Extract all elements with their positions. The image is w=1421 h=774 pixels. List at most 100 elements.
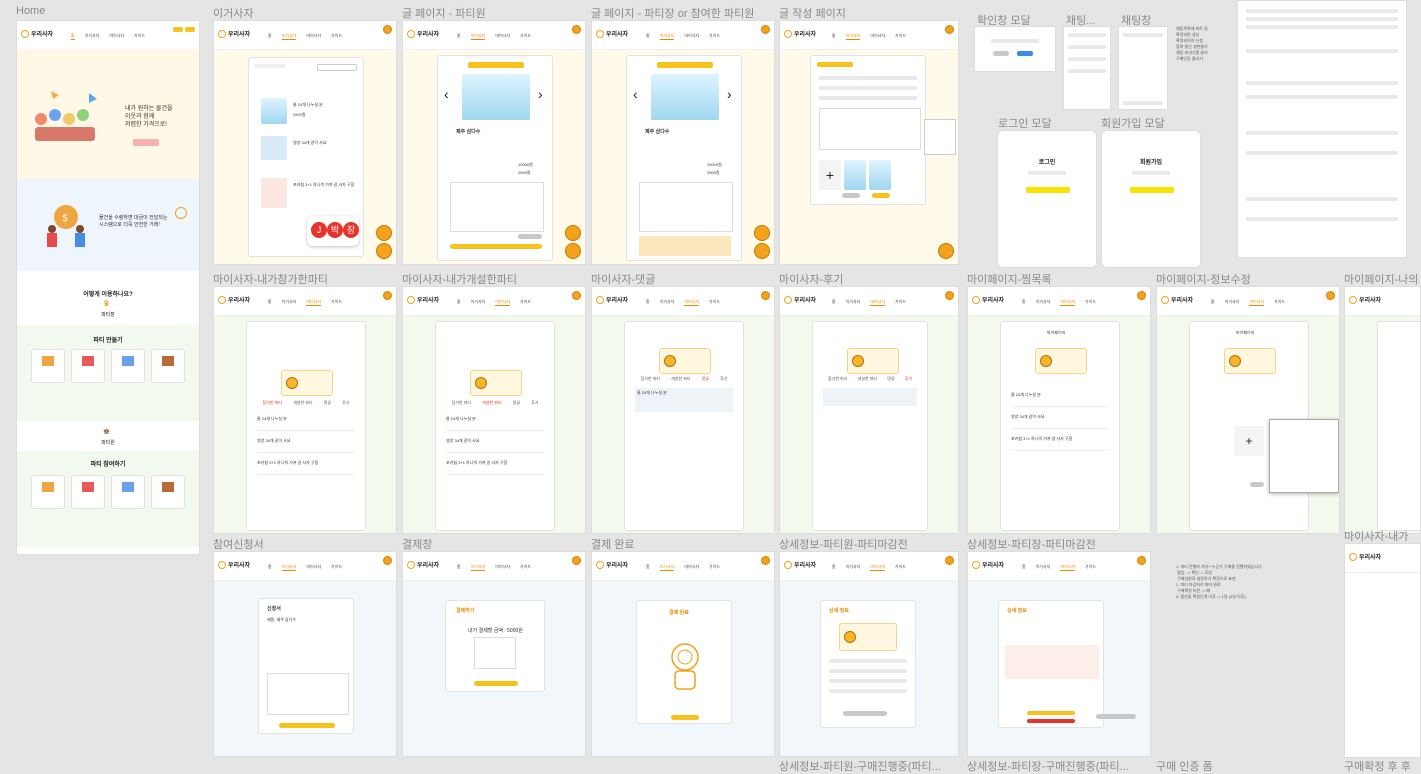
frame-label-write: 글 작성 페이지 — [779, 8, 846, 20]
menu-home[interactable]: 홈 — [70, 33, 75, 40]
login-title: 로그인 — [1038, 160, 1056, 166]
hero-cta-button[interactable] — [133, 139, 159, 146]
step-1-icon — [42, 356, 54, 366]
uploaded-image-2 — [869, 160, 891, 190]
price-input[interactable] — [819, 96, 917, 100]
chip-park: 박 — [327, 222, 343, 238]
frame-detail-member: 우리사자 홈 이거사자 마이사자 가이드 상세 정보 — [779, 551, 959, 757]
add-image-icon[interactable]: + — [819, 160, 841, 190]
list-item[interactable]: 포카칩 3+1 하나씩 가져 갈 사자 구함 — [1011, 434, 1109, 451]
confirm-button[interactable] — [671, 715, 699, 720]
frame-label-my-comments: 마이사자-댓글 — [591, 274, 656, 286]
confirm-text — [991, 39, 1039, 43]
frame-post-leader: 우리사자 홈 이거사자 마이사자 가이드 ‹ › 제주 삼다수 10000원 2500… — [591, 20, 775, 265]
menu-mysaja[interactable]: 마이사자 — [109, 33, 124, 40]
signup-modal: 회원가입 — [1101, 130, 1201, 268]
lion-avatar-icon — [664, 355, 676, 367]
cancel-button[interactable] — [842, 193, 860, 198]
write-fab-icon[interactable] — [754, 225, 770, 241]
frame-post-member: 우리사자 홈 이거사자 마이사자 가이드 ‹ › 제주 삼다수 10000원 2500… — [402, 20, 586, 265]
delete-party-button[interactable] — [1027, 719, 1075, 723]
lion-avatar-icon — [475, 377, 487, 389]
prev-arrow-icon[interactable]: ‹ — [444, 86, 449, 102]
user-avatar[interactable] — [572, 25, 581, 34]
title-input[interactable] — [819, 76, 917, 80]
list-item[interactable]: 영양 34개 같이 사요 — [446, 436, 544, 453]
content-textarea[interactable] — [819, 108, 921, 150]
list-item[interactable]: 영양 34개 같이 사요 — [1011, 412, 1109, 429]
write-fab-icon[interactable] — [376, 225, 392, 241]
apply-submit-button[interactable] — [279, 723, 335, 728]
participants-carousel[interactable] — [1005, 645, 1099, 679]
lion-logo-icon — [596, 29, 604, 38]
add-photo-icon[interactable]: + — [1234, 426, 1264, 456]
next-arrow-icon[interactable]: › — [538, 86, 543, 102]
chat-fab-icon[interactable] — [565, 243, 581, 259]
apply-form: 신청서 제품: 제주 삼다수 — [258, 598, 354, 734]
post-thumb-water[interactable] — [261, 98, 287, 124]
file-picker-dialog[interactable] — [1269, 419, 1339, 493]
post-thumb-3[interactable] — [261, 178, 287, 208]
frame-label-my-more2: 마이사자-내가 — [1344, 531, 1409, 543]
join-party-button[interactable] — [450, 244, 542, 249]
logo[interactable]: 우리사자 — [21, 29, 53, 38]
user-avatar[interactable] — [945, 25, 954, 34]
join-step-3-icon — [122, 482, 134, 492]
close-recruit-button[interactable] — [1027, 711, 1075, 715]
post-title-3[interactable]: 포카칩 3+1 하나씩 가져 갈 사자 구함 — [293, 182, 354, 188]
list-item[interactable]: 물 24개 나누실 분 — [446, 414, 544, 431]
list-item[interactable]: 물 24개 나누실 분 — [1011, 390, 1109, 407]
next-arrow-icon[interactable]: › — [727, 86, 732, 102]
submit-button[interactable] — [872, 193, 890, 198]
user-avatar[interactable] — [761, 25, 770, 34]
chat-fab-icon[interactable] — [938, 243, 954, 259]
calendar-popup[interactable] — [924, 119, 956, 155]
user-avatar[interactable] — [383, 25, 392, 34]
post-header-chip — [657, 62, 713, 68]
post-title-1[interactable]: 물 24개 나누실 분 — [293, 102, 323, 108]
pay-button[interactable] — [474, 681, 518, 686]
confirm-ok-button[interactable] — [1017, 51, 1033, 56]
chat-fab-icon[interactable] — [376, 243, 392, 259]
how-to-heading: 어떻게 이용하나요? — [83, 292, 133, 298]
write-form: + — [810, 55, 926, 205]
write-fab-icon[interactable] — [565, 225, 581, 241]
kakao-signup-button[interactable] — [1130, 187, 1174, 193]
search-input[interactable] — [317, 64, 357, 71]
frame-label-detail-member: 상세정보-파티원-파티마감전 — [779, 539, 908, 551]
comment-item[interactable]: 물 24개 나누실 분 — [635, 388, 733, 412]
post-list-card: 물 24개 나누실 분 2500원 영양 34개 같이 사요 포카칩 3+1 하… — [248, 57, 364, 257]
list-item[interactable]: 물 24개 나누실 분 — [257, 414, 355, 431]
kakao-login-button[interactable] — [1026, 187, 1070, 193]
image-upload-row: + — [819, 154, 919, 196]
post-title-2[interactable]: 영양 34개 같이 사요 — [293, 140, 327, 146]
prev-arrow-icon[interactable]: ‹ — [633, 86, 638, 102]
payment-title: 결제하기 — [456, 608, 475, 614]
frame-label-bottom-2: 상세정보-파티장-구매진행중(파티... — [967, 761, 1129, 773]
cancel-join-button[interactable] — [843, 711, 887, 716]
login-button[interactable] — [173, 27, 183, 32]
extra-button[interactable] — [1096, 714, 1136, 719]
menu-guide[interactable]: 가이드 — [134, 33, 145, 40]
list-item[interactable]: 포카칩 3+1 하나씩 가져 갈 사자 구함 — [446, 458, 544, 475]
frame-label-mypage-more: 마이페이지-나의 — [1344, 274, 1419, 286]
chat-input[interactable] — [1123, 101, 1163, 105]
frame-my-reviews: 우리사자 홈 이거사자 마이사자 가이드 참가한 파티 개설한 파티 댓글 후기 — [779, 286, 959, 534]
payment-method-list[interactable] — [474, 637, 516, 669]
menu-igeosaja[interactable]: 이거사자 — [85, 33, 100, 40]
step-2-icon — [82, 356, 94, 366]
post-thumb-2[interactable] — [261, 136, 287, 160]
signup-button[interactable] — [185, 27, 195, 32]
product-input[interactable] — [819, 86, 917, 90]
filter-select[interactable] — [255, 64, 285, 68]
list-item[interactable]: 영양 34개 같이 사요 — [257, 436, 355, 453]
price-total: 10000원 — [518, 162, 533, 167]
list-item[interactable]: 포카칩 3+1 하나씩 가져 갈 사자 구함 — [257, 458, 355, 475]
review-item[interactable] — [823, 388, 917, 406]
form-title-chip — [817, 62, 853, 67]
mypage-card: 참가한 파티 개설한 파티 댓글 후기 물 24개 나누실 분 영양 34개 같이 사… — [246, 321, 366, 531]
cancel-button[interactable] — [1250, 482, 1264, 487]
chat-fab-icon[interactable] — [754, 243, 770, 259]
comment-submit-button[interactable] — [518, 234, 542, 239]
confirm-cancel-button[interactable] — [993, 51, 1009, 56]
